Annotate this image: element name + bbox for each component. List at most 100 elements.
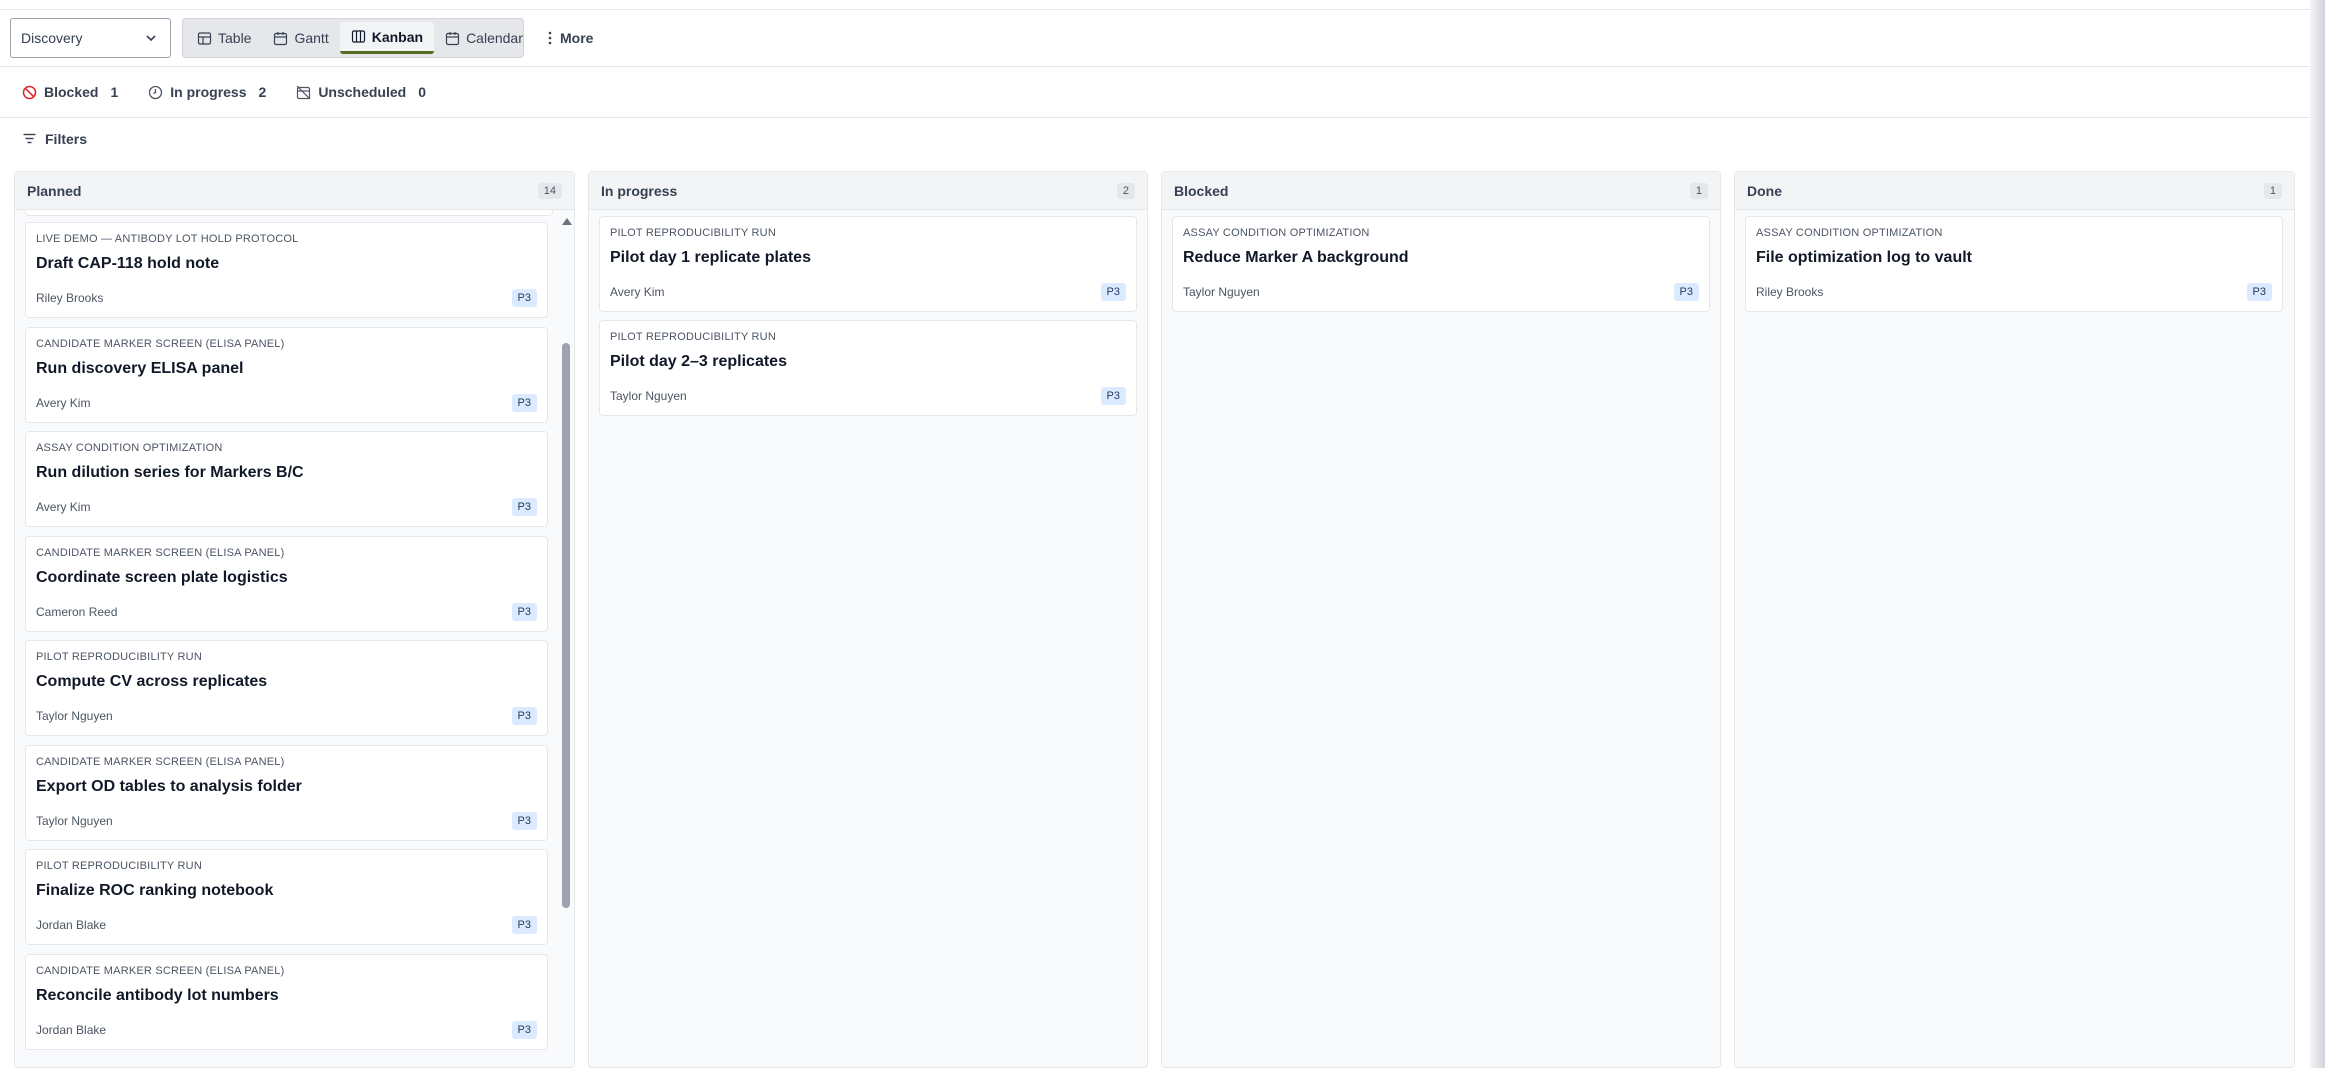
card-assignee: Avery Kim — [610, 285, 665, 299]
priority-badge: P3 — [511, 289, 537, 307]
scrollbar[interactable] — [560, 210, 572, 1067]
column-blocked: Blocked 1 ASSAY CONDITION OPTIMIZATION Re… — [1161, 171, 1721, 1068]
filters-button[interactable]: Filters — [22, 131, 87, 147]
columns-icon — [351, 30, 365, 43]
priority-badge: P3 — [511, 707, 537, 725]
app-root: Discovery Table Gantt Kanban Calendar Mo… — [0, 0, 2325, 1068]
card-project: PILOT REPRODUCIBILITY RUN — [36, 651, 202, 663]
calendar-icon — [274, 31, 288, 45]
stat-blocked-label: Blocked — [44, 84, 99, 100]
card-title: Pilot day 2–3 replicates — [610, 353, 787, 370]
card-assignee: Cameron Reed — [36, 604, 118, 619]
column-body: ASSAY CONDITION OPTIMIZATION Reduce Marke… — [1162, 210, 1720, 1067]
task-card[interactable]: CANDIDATE MARKER SCREEN (ELISA PANEL) Exp… — [25, 744, 548, 841]
toolbar: Discovery Table Gantt Kanban Calendar Mo… — [0, 10, 2310, 67]
column-title: Done — [1747, 182, 1782, 199]
column-planned: Planned 14 LIVE DEMO — ANTIBODY LOT HOLD… — [14, 171, 575, 1068]
column-body: ASSAY CONDITION OPTIMIZATION File optimiz… — [1735, 210, 2294, 1067]
task-card[interactable]: ASSAY CONDITION OPTIMIZATION Reduce Marke… — [1172, 216, 1710, 312]
stat-unscheduled[interactable]: Unscheduled 0 — [296, 84, 426, 100]
column-title: Planned — [27, 182, 82, 199]
stat-blocked[interactable]: Blocked 1 — [22, 84, 118, 100]
stat-in-progress-count: 2 — [258, 84, 267, 100]
more-button-label: More — [560, 30, 594, 46]
filter-icon — [23, 133, 36, 144]
tab-table-label: Table — [218, 30, 252, 46]
task-card[interactable]: PILOT REPRODUCIBILITY RUN Pilot day 2–3 r… — [599, 320, 1137, 416]
card-project: CANDIDATE MARKER SCREEN (ELISA PANEL) — [36, 755, 285, 768]
card-project: PILOT REPRODUCIBILITY RUN — [610, 331, 776, 343]
tab-calendar-label: Calendar — [466, 30, 523, 46]
column-header: Done 1 — [1735, 172, 2294, 210]
stat-in-progress[interactable]: In progress 2 — [148, 84, 266, 100]
card-title: Export OD tables to analysis folder — [36, 777, 302, 795]
card-title: Run discovery ELISA panel — [36, 359, 244, 377]
window-edge — [2310, 0, 2325, 1068]
priority-badge: P3 — [1100, 387, 1126, 405]
card-assignee: Taylor Nguyen — [1183, 285, 1260, 299]
column-in-progress: In progress 2 PILOT REPRODUCIBILITY RUN P… — [588, 171, 1148, 1068]
priority-badge: P3 — [511, 498, 537, 516]
card-assignee: Taylor Nguyen — [36, 813, 113, 828]
card-title: Coordinate screen plate logistics — [36, 568, 288, 586]
calendar-off-icon — [296, 85, 311, 99]
card-project: LIVE DEMO — ANTIBODY LOT HOLD PROTOCOL — [36, 233, 299, 245]
scrollbar-thumb[interactable] — [562, 343, 570, 908]
filters-label: Filters — [45, 130, 88, 147]
column-title: Blocked — [1174, 182, 1229, 199]
card-assignee: Taylor Nguyen — [36, 709, 113, 723]
task-card[interactable]: PILOT REPRODUCIBILITY RUN Pilot day 1 rep… — [599, 216, 1137, 312]
task-card[interactable]: CANDIDATE MARKER SCREEN (ELISA PANEL) Run… — [25, 326, 548, 423]
task-card[interactable]: CANDIDATE MARKER SCREEN (ELISA PANEL) Coo… — [25, 535, 548, 632]
column-body: LIVE DEMO — ANTIBODY LOT HOLD PROTOCOL Dr… — [15, 210, 574, 1067]
task-card[interactable]: CANDIDATE MARKER SCREEN (ELISA PANEL) Rec… — [25, 953, 548, 1050]
stat-blocked-count: 1 — [110, 84, 119, 100]
card-project: CANDIDATE MARKER SCREEN (ELISA PANEL) — [36, 337, 285, 350]
filters-row: Filters — [0, 118, 2310, 159]
column-body: PILOT REPRODUCIBILITY RUN Pilot day 1 rep… — [589, 210, 1147, 1067]
view-switcher: Table Gantt Kanban Calendar — [182, 18, 524, 58]
chevron-down-icon — [146, 35, 156, 42]
card-assignee: Jordan Blake — [36, 1022, 107, 1037]
card-title: Reconcile antibody lot numbers — [36, 986, 279, 1004]
column-header: Blocked 1 — [1162, 172, 1720, 210]
priority-badge: P3 — [2246, 283, 2272, 301]
task-card[interactable]: ASSAY CONDITION OPTIMIZATION File optimiz… — [1745, 216, 2283, 312]
clock-icon — [149, 85, 163, 99]
card-title: Compute CV across replicates — [36, 673, 268, 690]
card-title: Draft CAP-118 hold note — [36, 255, 220, 272]
scroll-up-arrow-icon[interactable] — [562, 218, 572, 225]
card-project: PILOT REPRODUCIBILITY RUN — [610, 227, 776, 239]
stat-in-progress-label: In progress — [170, 84, 247, 100]
tab-table[interactable]: Table — [186, 22, 262, 54]
card-title: Finalize ROC ranking notebook — [36, 882, 274, 899]
project-select[interactable]: Discovery — [10, 18, 171, 58]
card-title: File optimization log to vault — [1756, 249, 1972, 266]
more-button[interactable]: More — [540, 18, 601, 58]
task-card[interactable]: PILOT REPRODUCIBILITY RUN Finalize ROC ra… — [25, 849, 548, 945]
task-card[interactable]: ASSAY CONDITION OPTIMIZATION Run dilution… — [25, 431, 548, 527]
card-assignee: Avery Kim — [36, 395, 91, 410]
card-title: Run dilution series for Markers B/C — [36, 464, 304, 481]
tab-gantt[interactable]: Gantt — [262, 22, 339, 54]
task-card[interactable]: PILOT REPRODUCIBILITY RUN Compute CV acro… — [25, 640, 548, 736]
card-assignee: Taylor Nguyen — [610, 389, 687, 403]
tab-calendar[interactable]: Calendar — [434, 22, 534, 54]
stat-unscheduled-label: Unscheduled — [318, 84, 407, 100]
priority-badge: P3 — [511, 1020, 537, 1039]
column-count: 1 — [1689, 182, 1708, 199]
task-card[interactable]: LIVE DEMO — ANTIBODY LOT HOLD PROTOCOL Dr… — [25, 222, 548, 318]
card-project: ASSAY CONDITION OPTIMIZATION — [1756, 227, 1943, 239]
card-title: Reduce Marker A background — [1183, 249, 1409, 266]
tab-kanban[interactable]: Kanban — [339, 22, 435, 54]
card-title: Pilot day 1 replicate plates — [610, 249, 811, 266]
calendar-icon — [445, 31, 460, 45]
tab-gantt-label: Gantt — [294, 30, 329, 46]
priority-badge: P3 — [511, 811, 537, 830]
tab-kanban-label: Kanban — [371, 28, 424, 45]
table-icon — [197, 31, 212, 45]
column-header: Planned 14 — [15, 172, 574, 210]
top-strip — [0, 0, 2310, 10]
card-project: ASSAY CONDITION OPTIMIZATION — [36, 442, 223, 454]
card-project: PILOT REPRODUCIBILITY RUN — [36, 860, 202, 872]
